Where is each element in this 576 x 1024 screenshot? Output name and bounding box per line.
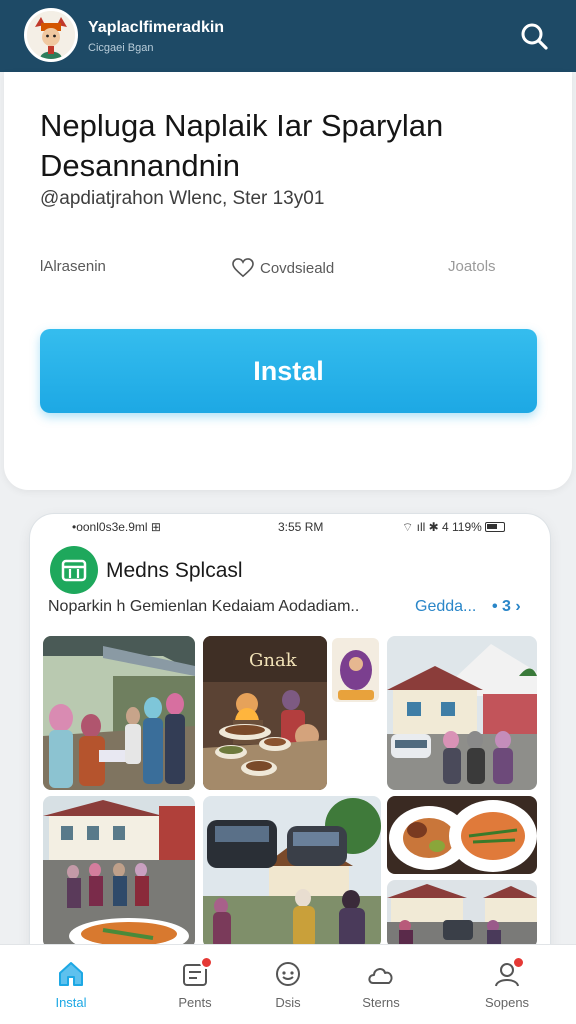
meta-category: lAlrasenin (40, 258, 106, 275)
app-subtitle: Cicgaei Bgan (88, 42, 154, 54)
notification-badge (512, 956, 525, 969)
nav-item-sopens[interactable]: Sopens (462, 955, 552, 1019)
calendar-icon (61, 559, 87, 582)
meta-details: Joatols (448, 258, 496, 275)
wishlist-toggle[interactable]: Covdsieald (232, 258, 334, 278)
photo-street-crowd[interactable] (43, 796, 195, 948)
photo-food-bowls[interactable]: Gnak (203, 636, 327, 790)
photo-market-queue[interactable] (43, 636, 195, 790)
app-avatar[interactable] (24, 8, 78, 62)
heart-icon (232, 258, 254, 278)
app-name: Yaplaclfimeradkin (88, 19, 225, 36)
home-icon (56, 959, 86, 989)
inner-app-icon (50, 546, 98, 594)
nav-label-pents: Pents (178, 995, 212, 1010)
svg-text:Gnak: Gnak (249, 650, 298, 671)
status-right: ⌔ ıll ✱ 4 119% (402, 520, 505, 535)
nav-label-instal: Instal (55, 995, 87, 1010)
install-button[interactable]: Instal (40, 329, 537, 413)
battery-icon (484, 522, 505, 532)
photo-image (203, 796, 381, 948)
wishlist-label: Covdsieald (260, 259, 335, 277)
nav-label-dsis: Dsis (275, 995, 301, 1010)
photo-sign-inset[interactable] (330, 636, 381, 704)
app-title: Nepluga Naplaik Iar Sparylan Desannandni… (40, 108, 444, 183)
nav-item-sterns[interactable]: Sterns (336, 955, 426, 1019)
meta-category-label: lAlrasenin (40, 258, 106, 275)
screenshot-preview[interactable]: •oonl0s3e.9ml ⊞ 3:55 RM ⌔ ıll ✱ 4 119% M… (30, 514, 550, 984)
photo-image (43, 636, 195, 790)
photo-image (43, 796, 195, 948)
photo-image (387, 796, 537, 874)
inner-link[interactable]: Gedda... (415, 598, 476, 616)
status-left: •oonl0s3e.9ml ⊞ (72, 520, 161, 534)
notification-badge (200, 956, 213, 969)
photo-parked-cars[interactable] (203, 796, 381, 948)
photo-image (387, 880, 537, 948)
photo-image (387, 636, 537, 790)
nav-item-dsis[interactable]: Dsis (243, 955, 333, 1019)
nav-label-sopens: Sopens (484, 995, 530, 1010)
photo-street-houses[interactable] (387, 880, 537, 948)
user-icon (492, 956, 525, 989)
inner-more-arrow[interactable]: • 3 › (492, 598, 521, 616)
nav-label-sterns: Sterns (362, 995, 400, 1010)
developer-line: @apdiatjrahon Wlenc, Ster 13y01 (40, 188, 325, 209)
status-time: 3:55 RM (278, 520, 324, 534)
photo-image (332, 638, 379, 702)
nav-item-pents[interactable]: Pents (150, 955, 240, 1019)
inner-subtitle: Noparkin h Gemienlan Kedaiam Aodadiam.. (48, 598, 360, 615)
search-icon (521, 23, 548, 50)
inbox-icon (180, 956, 213, 989)
bottom-navigation: Instal Pents Dsis Sterns Sopens (0, 944, 576, 1024)
meta-details-label: Joatols (448, 258, 496, 275)
top-app-bar: Yaplaclfimeradkin Cicgaei Bgan (0, 0, 576, 72)
photo-building-cars[interactable] (387, 636, 537, 790)
status-indicators: ⌔ ıll ✱ 4 119% (402, 520, 482, 534)
cloud-icon (366, 959, 396, 989)
app-header-card: Nepluga Naplaik Iar Sparylan Desannandni… (4, 72, 572, 490)
status-bar: •oonl0s3e.9ml ⊞ 3:55 RM ⌔ ıll ✱ 4 119% (30, 514, 550, 540)
nav-item-instal[interactable]: Instal (26, 955, 116, 1019)
inner-app-name: Medns Splcasl (106, 559, 243, 582)
search-button[interactable] (514, 16, 554, 56)
photo-image: Gnak (203, 636, 327, 790)
photo-food-plate[interactable] (387, 796, 537, 874)
chat-icon (273, 959, 303, 989)
